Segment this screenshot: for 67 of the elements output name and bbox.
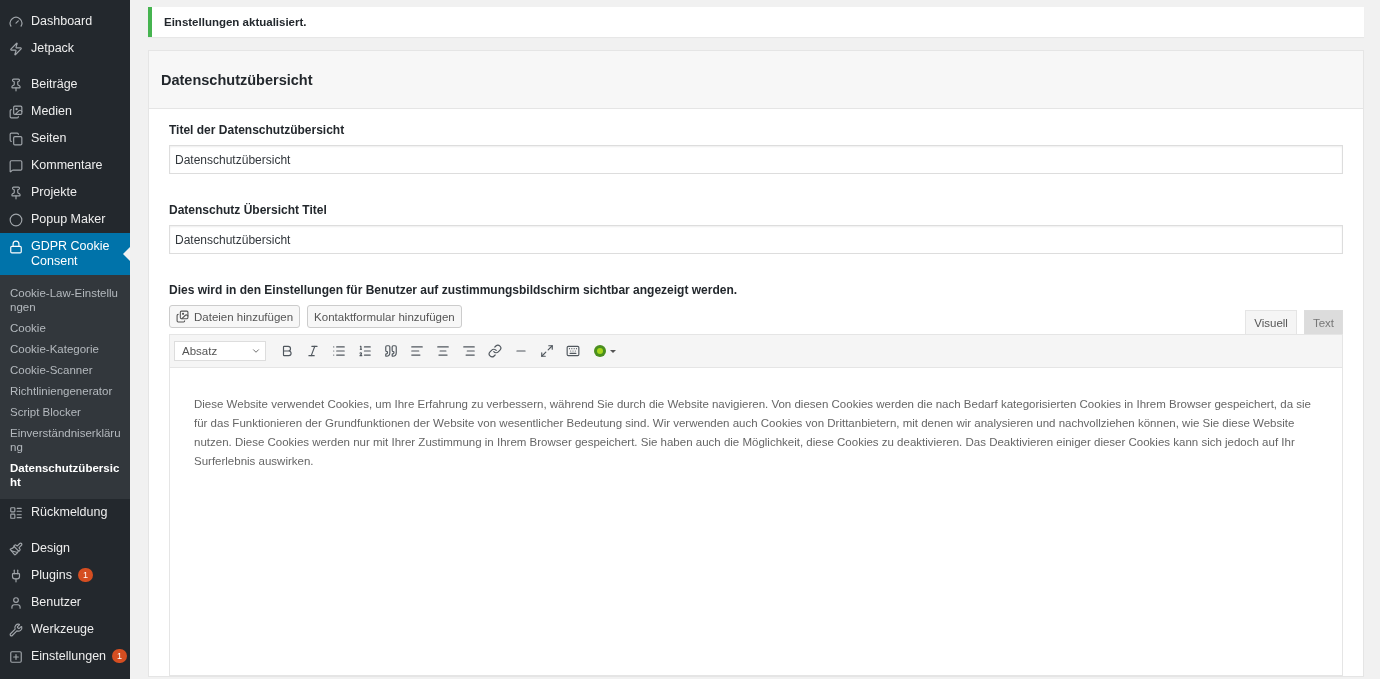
- form-icon: [9, 505, 23, 520]
- link-icon[interactable]: [488, 344, 502, 358]
- count-badge: 1: [112, 649, 128, 663]
- sidebar-item[interactable]: Seiten: [0, 125, 130, 152]
- comment-icon: [9, 158, 23, 173]
- media-button[interactable]: Kontaktformular hinzufügen: [307, 305, 462, 328]
- sidebar-item[interactable]: Projekte: [0, 179, 130, 206]
- align-left-icon[interactable]: [410, 344, 424, 358]
- count-badge: 1: [78, 568, 93, 582]
- media-icon: [9, 104, 23, 119]
- submenu-item[interactable]: Cookie-Law-Einstellungen: [0, 283, 130, 318]
- text-field[interactable]: Datenschutzübersicht: [169, 225, 1343, 254]
- sidebar-item[interactable]: Einstellungen 1: [0, 643, 130, 670]
- submenu-item[interactable]: Cookie: [0, 318, 130, 339]
- keyboard-icon[interactable]: [566, 344, 580, 358]
- current-indicator: [123, 247, 130, 261]
- dashboard-icon: [9, 14, 23, 29]
- card-title: Datenschutzübersicht: [161, 71, 313, 88]
- submenu-item[interactable]: Datenschutzübersicht: [0, 458, 130, 493]
- editor-text: Diese Website verwendet Cookies, um Ihre Erfahrung zu verbessern, während Sie durch die Website navigieren. Von diesen Cookies werden die nach Bedarf kategorisierten Cookies in Ihrem Browser gespeichert, da sie für das Funktionieren der Grundfunktionen der Website von wesentlicher Bedeutung sind. Wir verwenden auch Cookies von Drittanbietern, mit denen wir analysieren und nachvollziehen können, wie Sie diese Website nutzen. Diese Cookies werden nur mit Ihrer Zustimmung in Ihrem Browser gespeichert. Sie haben auch die Möglichkeit, diese Cookies zu deaktivieren. Das Deaktivieren einiger dieser Cookies kann sich jedoch auf Ihr Surferlebnis auswirken.: [193, 397, 1312, 469]
- sidebar-item[interactable]: GDPR Cookie Consent: [0, 233, 130, 275]
- submenu-item[interactable]: Script Blocker: [0, 402, 130, 423]
- pin-icon: [9, 185, 23, 200]
- submenu-item[interactable]: Cookie-Scanner: [0, 360, 130, 381]
- sidebar-item[interactable]: Plugins 1: [0, 562, 130, 589]
- submenu-item[interactable]: Richtliniengenerator: [0, 381, 130, 402]
- sidebar-item[interactable]: Design: [0, 535, 130, 562]
- submenu-item[interactable]: Cookie-Kategorie: [0, 339, 130, 360]
- fullscreen-icon[interactable]: [540, 344, 554, 358]
- editor-label: Dies wird in den Einstellungen für Benutzer auf zustimmungsbildschirm sichtbar angezeigt werden.: [169, 283, 739, 297]
- field-label: Titel der Datenschutzübersicht: [169, 123, 346, 137]
- success-notice: Einstellungen aktualisiert.: [148, 7, 1364, 37]
- sidebar-item[interactable]: Rückmeldung: [0, 499, 130, 526]
- format-dropdown[interactable]: Absatz: [174, 341, 266, 361]
- sidebar-item[interactable]: Beiträge: [0, 71, 130, 98]
- sidebar-item[interactable]: Popup Maker: [0, 206, 130, 233]
- align-center-icon[interactable]: [436, 344, 450, 358]
- sidebar-item[interactable]: Medien: [0, 98, 130, 125]
- bullet-list-icon[interactable]: [332, 344, 346, 358]
- pin-icon: [9, 77, 23, 92]
- plus-square-icon: [9, 649, 23, 664]
- wrench-icon: [9, 622, 23, 637]
- sidebar-item[interactable]: Kommentare: [0, 152, 130, 179]
- editor-tab[interactable]: Visuell: [1245, 310, 1297, 334]
- media-button[interactable]: Dateien hinzufügen: [169, 305, 301, 328]
- italic-icon[interactable]: [306, 344, 320, 358]
- quote-icon[interactable]: [384, 344, 398, 358]
- sidebar-item[interactable]: Benutzer: [0, 589, 130, 616]
- align-right-icon[interactable]: [462, 344, 476, 358]
- pages-icon: [9, 131, 23, 146]
- submenu-item[interactable]: Einverständniserklärung: [0, 423, 130, 458]
- media-icon: [176, 310, 189, 323]
- bolt-icon: [9, 41, 23, 56]
- sidebar-item[interactable]: Jetpack: [0, 35, 130, 62]
- sidebar-item[interactable]: Werkzeuge: [0, 616, 130, 643]
- circle-icon: [9, 212, 23, 227]
- caret-icon: [251, 346, 261, 356]
- sidebar-item[interactable]: Dashboard: [0, 8, 130, 35]
- field-label: Datenschutz Übersicht Titel: [169, 203, 328, 217]
- numbered-list-icon[interactable]: [358, 344, 372, 358]
- bold-icon[interactable]: [280, 344, 294, 358]
- user-icon: [9, 595, 23, 610]
- plug-icon: [9, 568, 23, 583]
- plugin-icon[interactable]: [592, 344, 616, 358]
- paintbrush-icon: [9, 541, 23, 556]
- lock-icon: [9, 239, 23, 254]
- text-field[interactable]: Datenschutzübersicht: [169, 145, 1343, 174]
